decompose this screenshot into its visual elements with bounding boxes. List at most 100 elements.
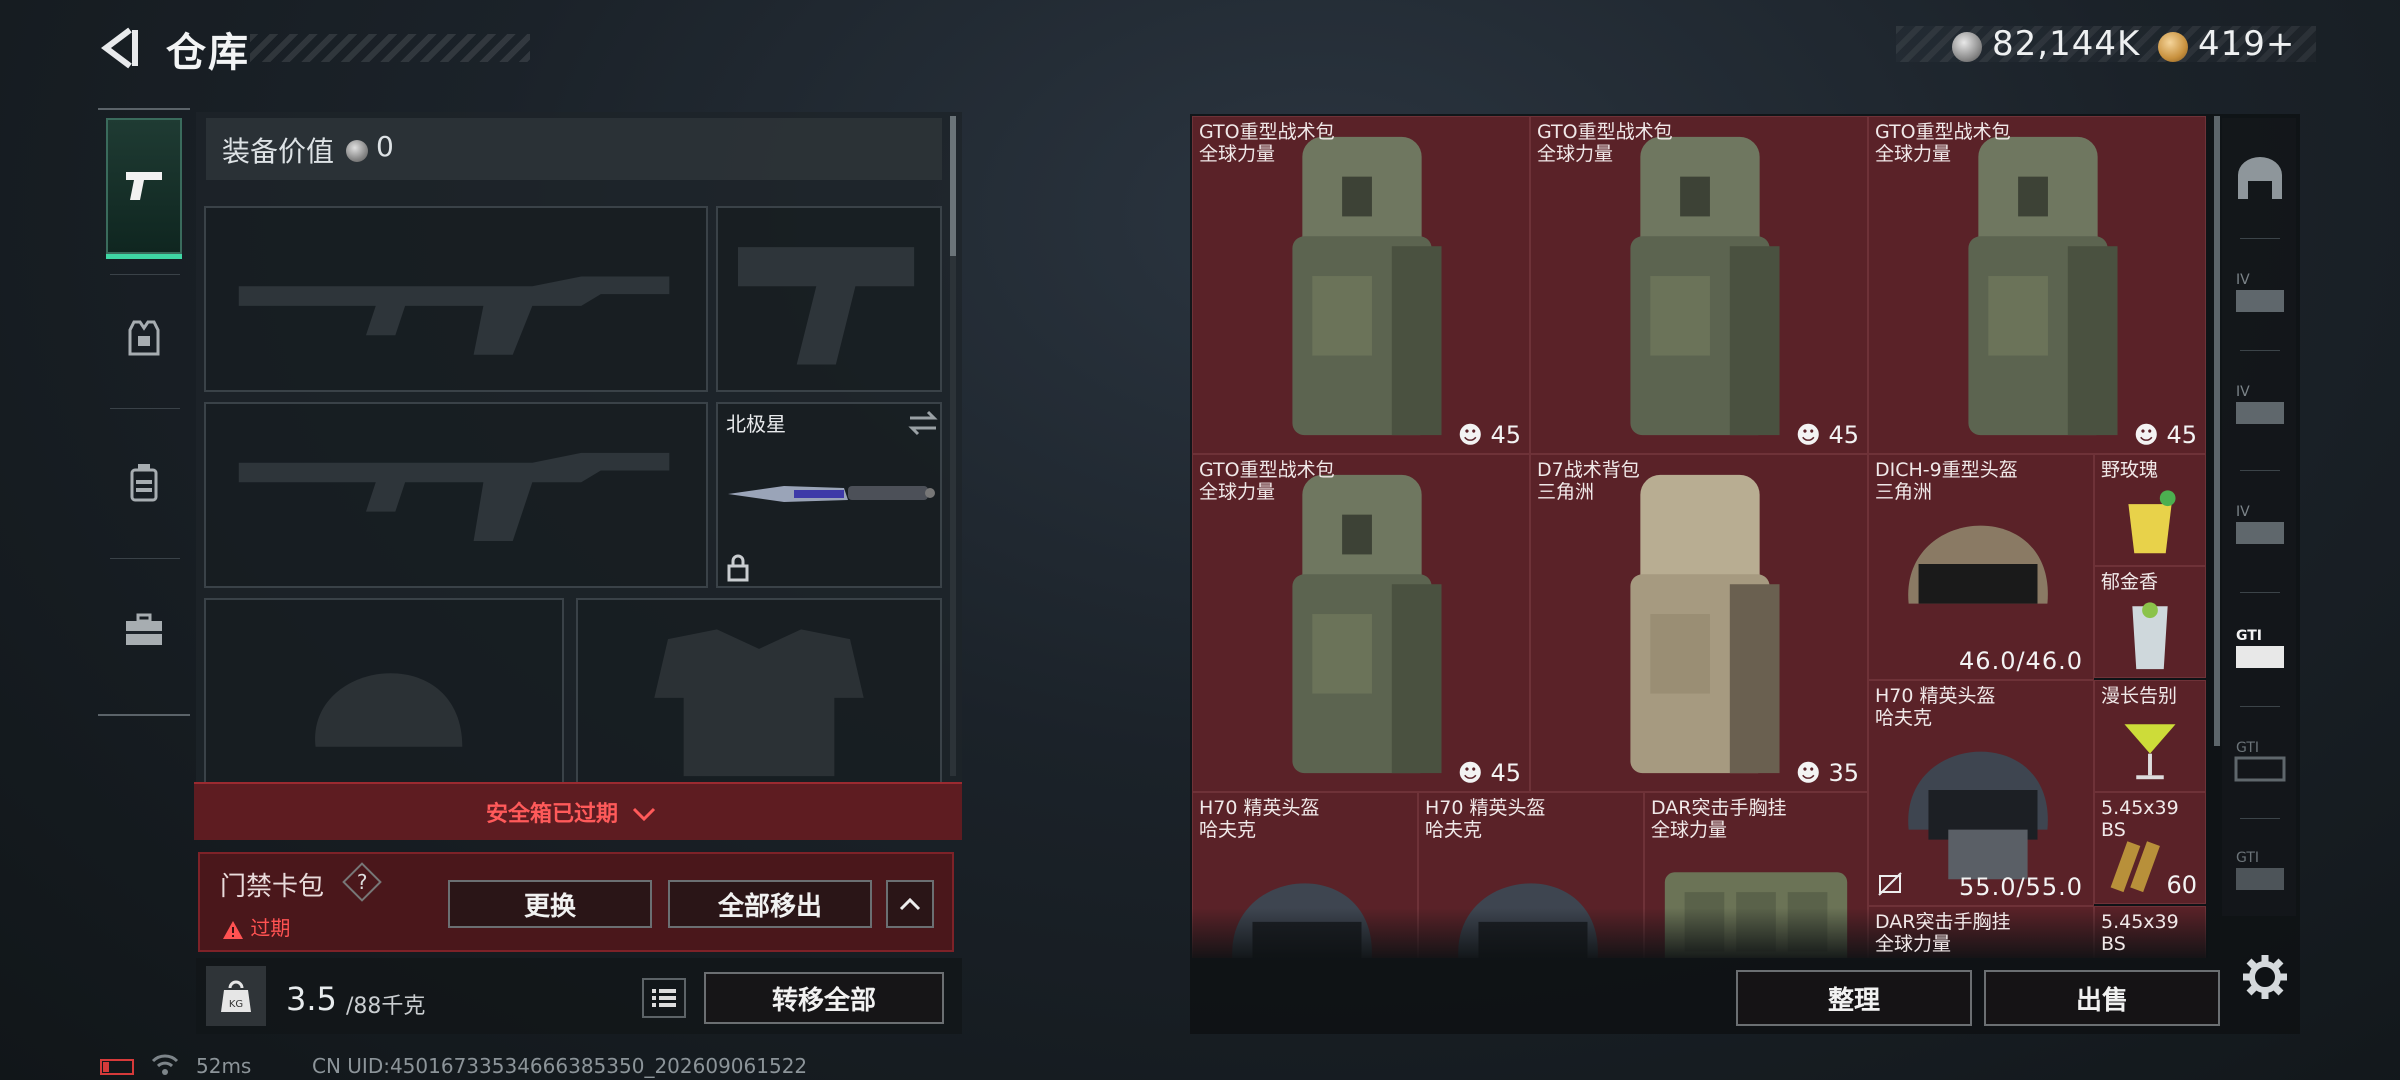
sell-button[interactable]: 出售	[1984, 970, 2220, 1026]
active-tab-indicator	[106, 254, 182, 259]
item-name-block: DAR突击手胸挂 全球力量	[1875, 911, 2011, 955]
item-faction: 哈夫克	[1875, 707, 1933, 729]
item-durability: 46.0/46.0	[1959, 647, 2083, 675]
item-faction: 全球力量	[1875, 143, 1952, 165]
gear-icon[interactable]	[2240, 952, 2290, 1002]
item-name: 漫长告别	[2101, 685, 2178, 707]
inventory-item[interactable]: D7战术背包 三角洲 ☻ 35	[1530, 454, 1868, 792]
expansion-box-icon: GTI	[2236, 628, 2284, 668]
weight-current: 3.5	[286, 980, 337, 1018]
storage-tab-3[interactable]: IV	[2228, 480, 2292, 570]
rail-divider	[110, 558, 180, 559]
item-name-block: GTO重型战术包 全球力量	[1537, 121, 1673, 165]
rifle-silhouette-icon	[238, 276, 670, 355]
item-count-value: 45	[1490, 421, 1521, 449]
item-count: ☻ 35	[1795, 759, 1859, 787]
item-name-block: H70 精英头盔 哈夫克	[1425, 797, 1546, 841]
help-glyph: ?	[356, 870, 368, 894]
pistol-slot[interactable]	[716, 206, 942, 392]
item-count-value: 35	[1828, 759, 1859, 787]
list-view-button[interactable]	[642, 978, 686, 1018]
rail-divider	[2240, 706, 2280, 707]
tab-backpack[interactable]	[106, 414, 182, 550]
replace-button[interactable]: 更换	[448, 880, 652, 928]
secondary-weapon-slot[interactable]	[204, 402, 708, 588]
item-durability: 55.0/55.0	[1959, 873, 2083, 901]
loadout-scroll-thumb[interactable]	[950, 116, 956, 256]
inventory-scrollbar[interactable]	[2214, 116, 2220, 746]
expansion-box-icon: IV	[2236, 504, 2284, 544]
item-name-block: D7战术背包 三角洲	[1537, 459, 1640, 503]
storage-tab-2[interactable]: IV	[2228, 360, 2292, 450]
inventory-item[interactable]: GTO重型战术包 全球力量 ☻ 45	[1192, 454, 1530, 792]
vest-silhouette-icon	[654, 629, 864, 777]
back-arrow-icon[interactable]	[96, 24, 144, 72]
melee-slot[interactable]: 北极星	[716, 402, 942, 588]
grid-fade	[1192, 908, 2208, 958]
rail-divider	[110, 408, 180, 409]
keycard-status-text: 过期	[250, 916, 291, 940]
title-decoration	[250, 34, 530, 62]
tab-tier-label: IV	[2236, 272, 2250, 288]
tab-tier-label: IV	[2236, 384, 2250, 400]
item-count-value: 45	[1490, 759, 1521, 787]
body-armor-slot[interactable]	[576, 598, 942, 784]
inventory-item[interactable]: DICH-9重型头盔 三角洲 46.0/46.0	[1868, 454, 2094, 680]
tab-tier-label: GTI	[2236, 850, 2259, 866]
expansion-box-icon: IV	[2236, 384, 2284, 424]
primary-weapon-slot[interactable]	[204, 206, 708, 392]
collapse-button[interactable]	[886, 880, 934, 928]
melee-label: 北极星	[726, 412, 786, 436]
inventory-item[interactable]: 郁金香	[2094, 566, 2206, 678]
item-name-block: GTO重型战术包 全球力量	[1875, 121, 2011, 165]
tab-armor[interactable]	[106, 270, 182, 406]
tab-weapons[interactable]	[106, 118, 182, 254]
transfer-all-button[interactable]: 转移全部	[704, 972, 944, 1024]
weight-icon-text: KG	[229, 999, 243, 1010]
inventory-item[interactable]: 漫长告别	[2094, 680, 2206, 792]
backpack-icon	[130, 464, 158, 502]
item-name: DICH-9重型头盔	[1875, 459, 2018, 481]
inventory-item[interactable]: 5.45x39 BS 60	[2094, 792, 2206, 904]
equipment-value-label: 装备价值	[222, 135, 335, 168]
item-faction: BS	[2101, 933, 2126, 955]
swap-icon[interactable]	[908, 410, 938, 436]
inventory-item[interactable]: GTO重型战术包 全球力量 ☻ 45	[1868, 116, 2206, 454]
loadout-panel: 北极星	[196, 112, 962, 784]
currency-gold-value[interactable]: 419+	[2198, 24, 2295, 64]
storage-tab-5[interactable]: GTI	[2228, 716, 2292, 806]
weight-max: /88千克	[346, 994, 426, 1019]
backpack-item-icon	[1292, 474, 1442, 774]
sort-button[interactable]: 整理	[1736, 970, 1972, 1026]
currency-silver-value: 82,144K	[1992, 24, 2141, 64]
keycard-title: 门禁卡包	[220, 872, 325, 902]
item-name: 5.45x39	[2101, 797, 2179, 819]
list-icon	[652, 989, 676, 1007]
weight-icon: KG	[206, 966, 266, 1026]
item-count: ☻ 45	[1795, 421, 1859, 449]
storage-tab-6[interactable]: GTI	[2228, 826, 2292, 916]
item-name: GTO重型战术包	[1875, 121, 2011, 143]
item-name: H70 精英头盔	[1199, 797, 1320, 819]
helmet-silhouette-icon	[315, 673, 463, 747]
warning-icon	[223, 920, 243, 939]
remove-all-button[interactable]: 全部移出	[668, 880, 872, 928]
chevron-up-icon	[899, 897, 921, 911]
page-title: 仓库	[166, 30, 250, 76]
kettlebell-icon: KG	[221, 980, 251, 1012]
storage-tab-1[interactable]: IV	[2228, 248, 2292, 338]
inventory-item[interactable]: GTO重型战术包 全球力量 ☻ 45	[1192, 116, 1530, 454]
tab-case[interactable]	[106, 562, 182, 698]
tab-tier-label: GTI	[2236, 628, 2262, 644]
storage-tab-main[interactable]	[2228, 134, 2292, 224]
storage-tab-4[interactable]: GTI	[2228, 604, 2292, 694]
inventory-item[interactable]: GTO重型战术包 全球力量 ☻ 45	[1530, 116, 1868, 454]
safebox-expired-label: 安全箱已过期	[486, 802, 619, 827]
item-name: 5.45x39	[2101, 911, 2179, 933]
inventory-item[interactable]: H70 精英头盔 哈夫克 55.0/55.0	[1868, 680, 2094, 906]
backpack-item-icon	[1630, 136, 1780, 436]
helmet-slot[interactable]	[204, 598, 564, 784]
item-name-block: 5.45x39 BS	[2101, 911, 2179, 955]
inventory-grid: GTO重型战术包 全球力量 ☻ 45 GTO重型战术包 全球力量 ☻ 45 GTO重…	[1192, 116, 2208, 958]
inventory-item[interactable]: 野玫瑰	[2094, 454, 2206, 566]
